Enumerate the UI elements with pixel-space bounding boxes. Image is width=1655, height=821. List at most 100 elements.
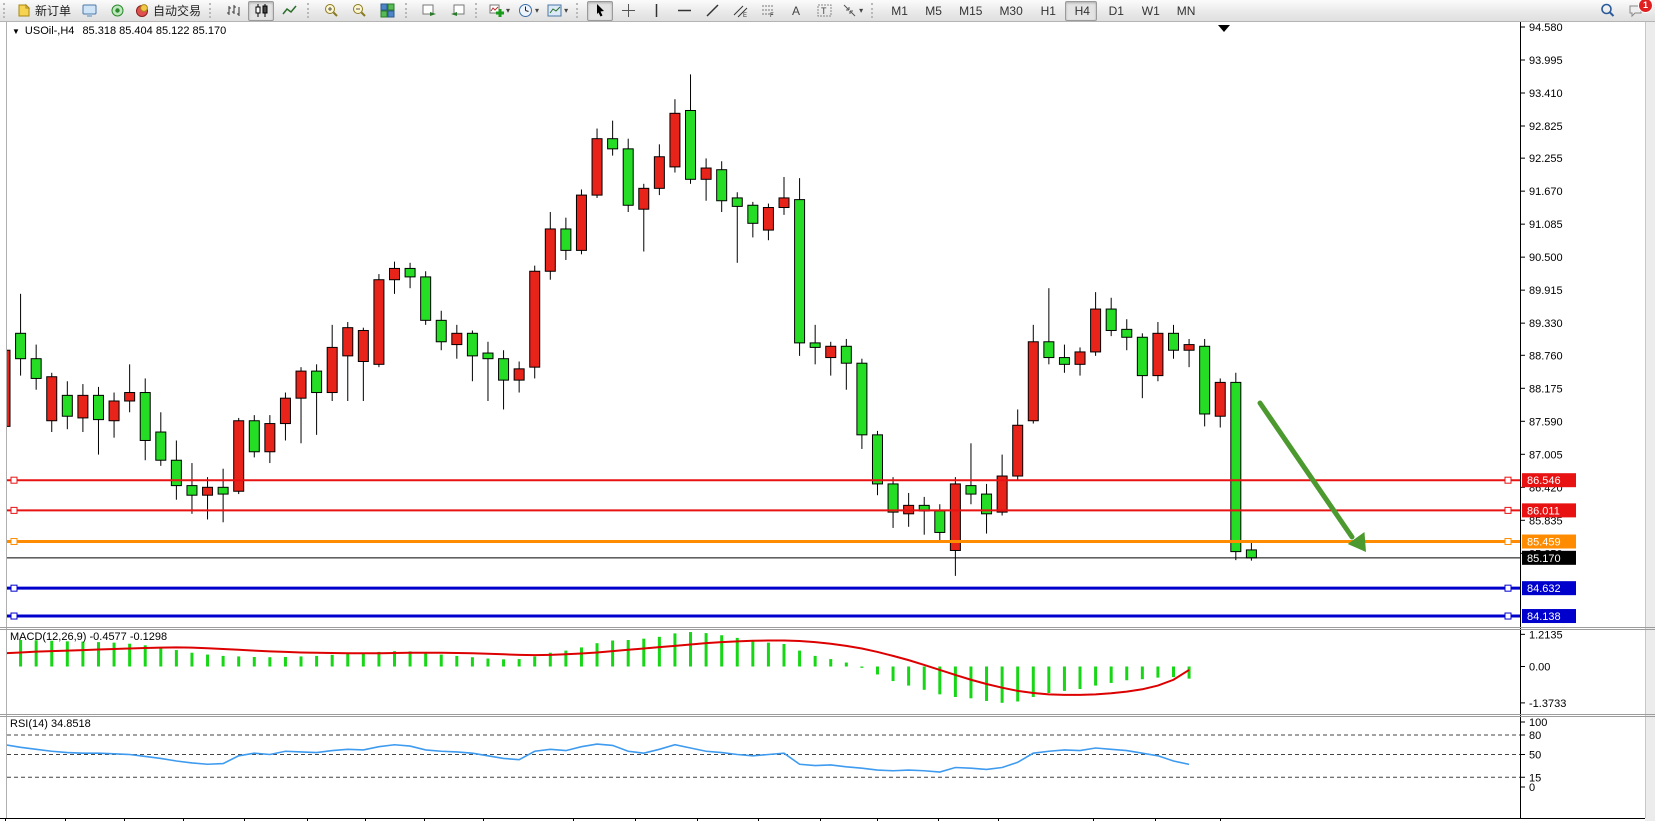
toolbar-group-handle[interactable] (871, 3, 878, 18)
line-chart-button[interactable] (276, 1, 302, 21)
svg-text:F: F (770, 13, 774, 18)
button-label: M15 (959, 4, 982, 18)
toolbar-group-handle[interactable] (405, 3, 412, 18)
vline-icon (649, 3, 664, 18)
toolbar-group-handle[interactable] (576, 3, 583, 18)
toolbar-group-handle[interactable] (475, 3, 482, 18)
chart-ohlc-values: 85.318 85.404 85.122 85.170 (82, 25, 226, 37)
autotrading-button[interactable]: 自动交易 (132, 1, 204, 21)
macd-indicator-label: MACD(12,26,9) -0.4577 -0.1298 (10, 631, 167, 643)
line-handle[interactable] (11, 477, 17, 483)
crosshair-button[interactable] (615, 1, 641, 21)
auto-scroll-button[interactable] (416, 1, 442, 21)
text-button[interactable]: A (783, 1, 809, 21)
shapes-button[interactable]: ▾ (839, 1, 866, 21)
candlestick-button[interactable] (248, 1, 274, 21)
svg-text:100: 100 (1529, 717, 1547, 729)
svg-text:93.410: 93.410 (1529, 88, 1563, 100)
bar-chart-button[interactable] (220, 1, 246, 21)
candle (1184, 345, 1194, 351)
line-handle[interactable] (1505, 539, 1511, 545)
channel-button[interactable]: E (727, 1, 753, 21)
candle (686, 110, 696, 179)
button-label: H4 (1075, 4, 1090, 18)
candle (1122, 329, 1132, 337)
search-button[interactable] (1594, 1, 1620, 21)
candle (249, 421, 259, 452)
toolbar-group-handle[interactable] (209, 3, 216, 18)
candle (296, 371, 306, 398)
templates-button[interactable]: ▾ (544, 1, 571, 21)
tile-windows-button[interactable] (374, 1, 400, 21)
cursor-button[interactable] (587, 1, 613, 21)
chat-button[interactable]: 1 (1622, 1, 1648, 21)
tf-h4-button[interactable]: H4 (1065, 1, 1097, 21)
candle (280, 398, 290, 423)
chevron-down-icon[interactable]: ▾ (506, 6, 510, 15)
svg-text:T: T (821, 6, 827, 16)
one-click-trading-arrow[interactable]: ▼ (12, 27, 20, 36)
svg-text:E: E (743, 13, 747, 18)
trendline-button[interactable] (699, 1, 725, 21)
candle (1106, 309, 1116, 330)
chart-canvas[interactable]: 94.58093.99593.41092.82592.25591.67091.0… (0, 21, 1655, 821)
chevron-down-icon[interactable]: ▾ (535, 6, 539, 15)
tf-m15-button[interactable]: M15 (950, 1, 988, 21)
line-chart-icon (282, 3, 297, 18)
candle (31, 359, 41, 379)
candle (93, 395, 103, 419)
autotrading-icon (135, 3, 150, 18)
tf-d1-button[interactable]: D1 (1099, 1, 1131, 21)
fibo-button[interactable]: F (755, 1, 781, 21)
candle (1028, 342, 1038, 421)
toolbar-group-handle[interactable] (307, 3, 314, 18)
candle (514, 369, 524, 380)
indicators-button[interactable]: ▾ (486, 1, 513, 21)
candle (499, 359, 509, 380)
metaeditor-button[interactable] (76, 1, 102, 21)
line-handle[interactable] (1505, 507, 1511, 513)
candlestick-icon (254, 3, 269, 18)
line-handle[interactable] (1505, 477, 1511, 483)
periods-button[interactable]: ▾ (515, 1, 542, 21)
tf-m5-button[interactable]: M5 (916, 1, 948, 21)
candle (390, 268, 400, 279)
svg-text:91.670: 91.670 (1529, 186, 1563, 198)
hline-button[interactable] (671, 1, 697, 21)
shapes-icon (842, 3, 857, 18)
candle (312, 371, 322, 392)
signals-button[interactable] (104, 1, 130, 21)
tf-m30-button[interactable]: M30 (990, 1, 1028, 21)
candle (421, 277, 431, 320)
chart-shift-button[interactable] (444, 1, 470, 21)
line-handle[interactable] (11, 507, 17, 513)
candle (826, 346, 836, 357)
candle (62, 395, 72, 416)
vline-button[interactable] (643, 1, 669, 21)
candle (670, 113, 680, 167)
candle (374, 280, 384, 365)
chevron-down-icon[interactable]: ▾ (564, 6, 568, 15)
candle (1091, 309, 1101, 352)
tf-m1-button[interactable]: M1 (882, 1, 914, 21)
line-handle[interactable] (1505, 613, 1511, 619)
new-order-button[interactable]: 新订单 (14, 1, 74, 21)
svg-text:89.330: 89.330 (1529, 318, 1563, 330)
chevron-down-icon[interactable]: ▾ (859, 6, 863, 15)
tf-w1-button[interactable]: W1 (1133, 1, 1166, 21)
tf-mn-button[interactable]: MN (1168, 1, 1202, 21)
tf-h1-button[interactable]: H1 (1031, 1, 1063, 21)
line-handle[interactable] (11, 585, 17, 591)
zoom-out-button[interactable] (346, 1, 372, 21)
candle (483, 353, 493, 359)
templates-icon (547, 3, 562, 18)
button-label: M1 (891, 4, 908, 18)
cursor-icon (593, 3, 608, 18)
label-button[interactable]: T (811, 1, 837, 21)
svg-text:84.138: 84.138 (1527, 611, 1561, 623)
line-handle[interactable] (11, 539, 17, 545)
line-handle[interactable] (1505, 585, 1511, 591)
line-handle[interactable] (11, 613, 17, 619)
toolbar-group-handle[interactable] (3, 3, 10, 18)
zoom-in-button[interactable] (318, 1, 344, 21)
